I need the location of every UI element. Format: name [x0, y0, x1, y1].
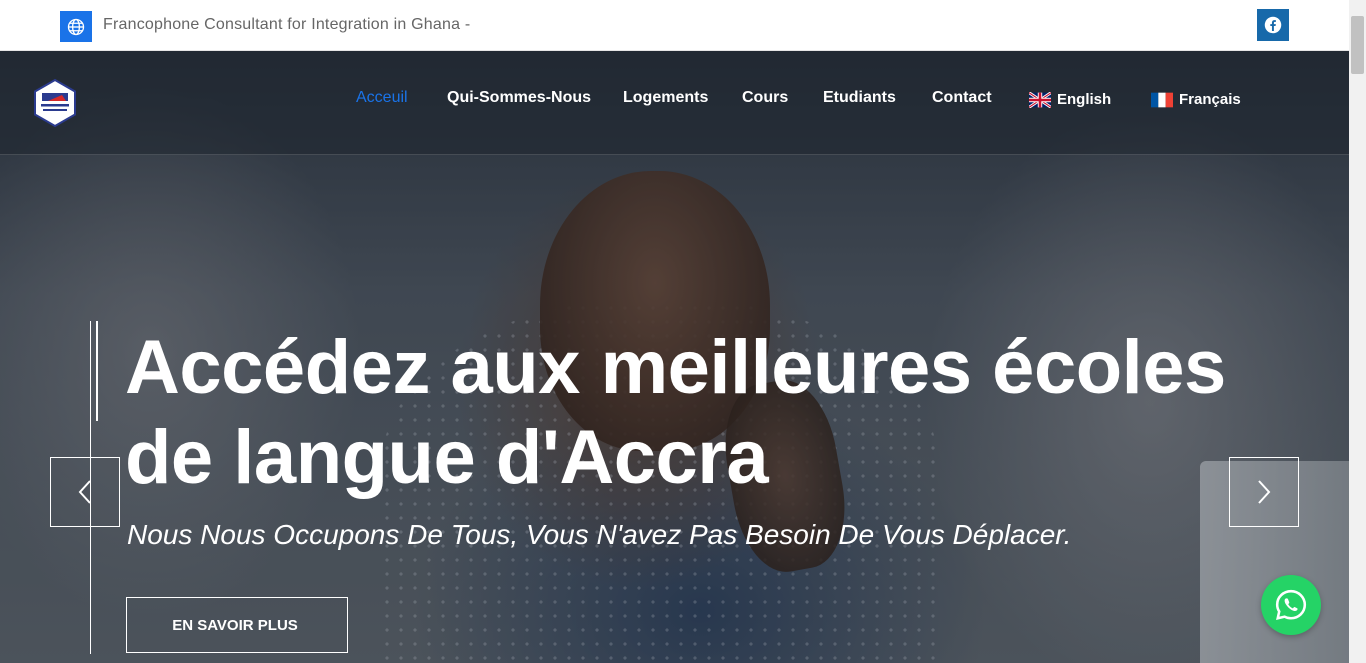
company-logo[interactable]	[30, 78, 80, 128]
facebook-icon[interactable]	[1257, 9, 1289, 41]
whatsapp-icon	[1275, 589, 1307, 620]
learn-more-button[interactable]: EN SAVOIR PLUS	[126, 597, 348, 653]
scrollbar-thumb[interactable]	[1351, 16, 1364, 74]
nav-item-contact[interactable]: Contact	[932, 89, 992, 107]
slider-prev-button[interactable]	[50, 457, 120, 527]
language-french[interactable]: Français	[1151, 91, 1241, 108]
decorative-line-accent	[96, 321, 98, 421]
uk-flag-icon	[1028, 90, 1052, 109]
nav-item-cours[interactable]: Cours	[742, 89, 788, 107]
nav-item-etudiants[interactable]: Etudiants	[823, 89, 896, 107]
chevron-left-icon	[78, 480, 91, 504]
whatsapp-chat-button[interactable]	[1261, 575, 1321, 635]
language-french-label: Français	[1179, 91, 1241, 108]
language-english[interactable]: English	[1028, 90, 1112, 109]
nav-item-acceuil[interactable]: Acceuil	[356, 89, 408, 107]
page-scrollbar[interactable]	[1349, 0, 1366, 663]
hero-slider: Acceuil Qui-Sommes-Nous Logements Cours …	[0, 51, 1349, 663]
top-bar-tagline: Francophone Consultant for Integration i…	[103, 16, 471, 33]
hero-headline: Accédez aux meilleures écoles de langue …	[125, 325, 1226, 500]
slider-next-button[interactable]	[1229, 457, 1299, 527]
main-navigation: Acceuil Qui-Sommes-Nous Logements Cours …	[0, 51, 1349, 155]
nav-item-qui-sommes-nous[interactable]: Qui-Sommes-Nous	[447, 89, 591, 107]
language-english-label: English	[1057, 91, 1112, 108]
top-bar: Francophone Consultant for Integration i…	[0, 0, 1349, 51]
france-flag-icon	[1151, 92, 1173, 108]
chevron-right-icon	[1258, 480, 1271, 504]
hero-subheadline: Nous Nous Occupons De Tous, Vous N'avez …	[127, 519, 1072, 550]
nav-item-logements[interactable]: Logements	[623, 89, 708, 107]
globe-icon	[60, 11, 92, 42]
